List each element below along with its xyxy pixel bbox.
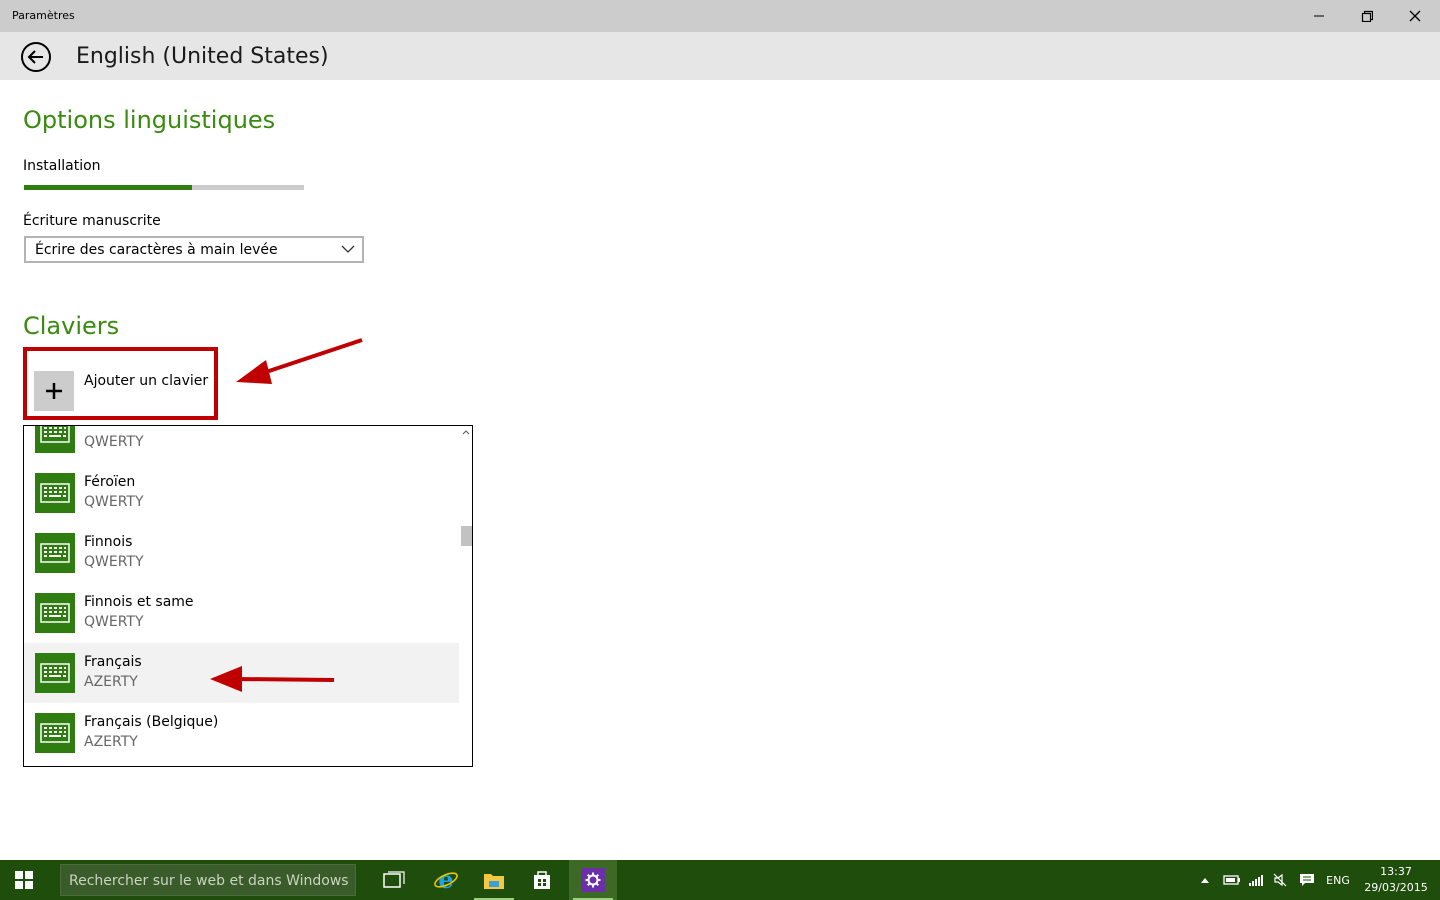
svg-text:e: e	[438, 867, 453, 893]
title-bar: Paramètres	[0, 0, 1440, 32]
settings-tile	[581, 868, 605, 892]
keyboard-name: Estonien	[84, 426, 144, 430]
language-indicator: ENG	[1326, 873, 1350, 887]
back-button[interactable]	[20, 41, 52, 73]
keyboard-name: Finnois	[84, 534, 133, 550]
signal-bars-icon	[1249, 875, 1263, 886]
keyboard-icon	[35, 426, 75, 453]
handwriting-dropdown[interactable]: Écrire des caractères à main levée	[24, 236, 364, 263]
tray-volume[interactable]	[1270, 860, 1290, 900]
keyboard-layout: QWERTY	[84, 614, 144, 630]
action-center-icon	[1300, 874, 1314, 886]
task-view-button[interactable]	[370, 860, 418, 900]
keyboard-list-item[interactable]: Finnois QWERTY	[24, 523, 460, 583]
window-title: Paramètres	[12, 9, 75, 22]
minimize-icon	[1314, 15, 1324, 17]
windows-logo-icon	[15, 871, 33, 889]
keyboard-list-item[interactable]: Estonien QWERTY	[24, 426, 460, 463]
internet-explorer-icon: e	[434, 867, 458, 893]
clock-time: 13:37	[1380, 865, 1412, 878]
battery-icon	[1223, 875, 1240, 885]
plus-icon	[46, 383, 62, 399]
page-header: English (United States)	[0, 32, 1440, 80]
tray-battery[interactable]	[1220, 860, 1244, 900]
annotation-arrow-francais	[210, 666, 335, 692]
tray-language[interactable]: ENG	[1322, 860, 1354, 900]
chevron-up-icon	[1201, 878, 1209, 883]
back-arrow-icon	[21, 42, 51, 72]
minimize-button[interactable]	[1296, 0, 1342, 32]
options-section-title: Options linguistiques	[23, 106, 276, 134]
installation-label: Installation	[23, 158, 101, 174]
add-keyboard-label[interactable]: Ajouter un clavier	[84, 373, 208, 389]
keyboard-name: Français (Belgique)	[84, 714, 219, 730]
tray-clock[interactable]: 13:37 29/03/2015	[1360, 864, 1432, 896]
list-scrollbar[interactable]	[459, 426, 472, 766]
close-icon	[1409, 10, 1421, 22]
add-keyboard-highlight: Ajouter un clavier	[23, 347, 218, 420]
installation-progress-bar	[24, 185, 304, 190]
keyboard-layout: QWERTY	[84, 494, 144, 510]
store-icon	[534, 871, 550, 889]
keyboard-list-item[interactable]: Féroïen QWERTY	[24, 463, 460, 523]
keyboard-layout: AZERTY	[84, 674, 138, 690]
keyboard-layout: AZERTY	[84, 734, 138, 750]
task-view-icon	[383, 871, 405, 888]
keyboard-name: Finnois et same	[84, 594, 194, 610]
scroll-thumb[interactable]	[461, 526, 472, 546]
tray-overflow-button[interactable]	[1196, 860, 1214, 900]
keyboard-list[interactable]: Estonien QWERTY Féroïen QWERTY Finnois QWERTY…	[23, 425, 473, 767]
chevron-down-icon	[341, 245, 355, 253]
search-placeholder: Rechercher sur le web et dans Windows	[69, 873, 349, 889]
annotation-arrow-add-keyboard	[236, 338, 363, 384]
file-explorer-button[interactable]	[470, 860, 518, 900]
internet-explorer-button[interactable]: e	[422, 860, 470, 900]
keyboard-icon	[35, 593, 75, 633]
start-button[interactable]	[0, 860, 48, 900]
volume-muted-icon	[1273, 873, 1287, 887]
installation-progress-fill	[24, 185, 192, 190]
scroll-up-icon[interactable]	[461, 428, 471, 436]
keyboard-layout: QWERTY	[84, 434, 144, 450]
tray-network[interactable]	[1246, 860, 1266, 900]
keyboard-layout: QWERTY	[84, 554, 144, 570]
settings-icon	[585, 872, 601, 888]
keyboard-list-item[interactable]: Finnois et same QWERTY	[24, 583, 460, 643]
add-keyboard-button[interactable]	[34, 371, 74, 411]
handwriting-selected-value: Écrire des caractères à main levée	[35, 242, 278, 258]
keyboard-list-item[interactable]: Français (Belgique) AZERTY	[24, 703, 460, 763]
restore-button[interactable]	[1344, 0, 1390, 32]
store-button[interactable]	[518, 860, 566, 900]
page-title: English (United States)	[76, 44, 329, 69]
tray-action-center[interactable]	[1296, 860, 1318, 900]
keyboard-name: Français	[84, 654, 142, 670]
taskbar-search-box[interactable]: Rechercher sur le web et dans Windows	[60, 864, 356, 896]
maximize-icon	[1361, 10, 1373, 22]
file-explorer-icon	[484, 874, 504, 889]
handwriting-label: Écriture manuscrite	[23, 213, 161, 229]
keyboard-icon	[35, 653, 75, 693]
keyboard-icon	[35, 533, 75, 573]
taskbar: Rechercher sur le web et dans Windows e	[0, 860, 1440, 900]
keyboard-name: Féroïen	[84, 474, 136, 490]
clock-date: 29/03/2015	[1364, 881, 1428, 894]
keyboards-section-title: Claviers	[23, 312, 120, 340]
keyboard-icon	[35, 473, 75, 513]
settings-button[interactable]	[569, 860, 617, 900]
keyboard-icon	[35, 713, 75, 753]
close-button[interactable]	[1392, 0, 1438, 32]
